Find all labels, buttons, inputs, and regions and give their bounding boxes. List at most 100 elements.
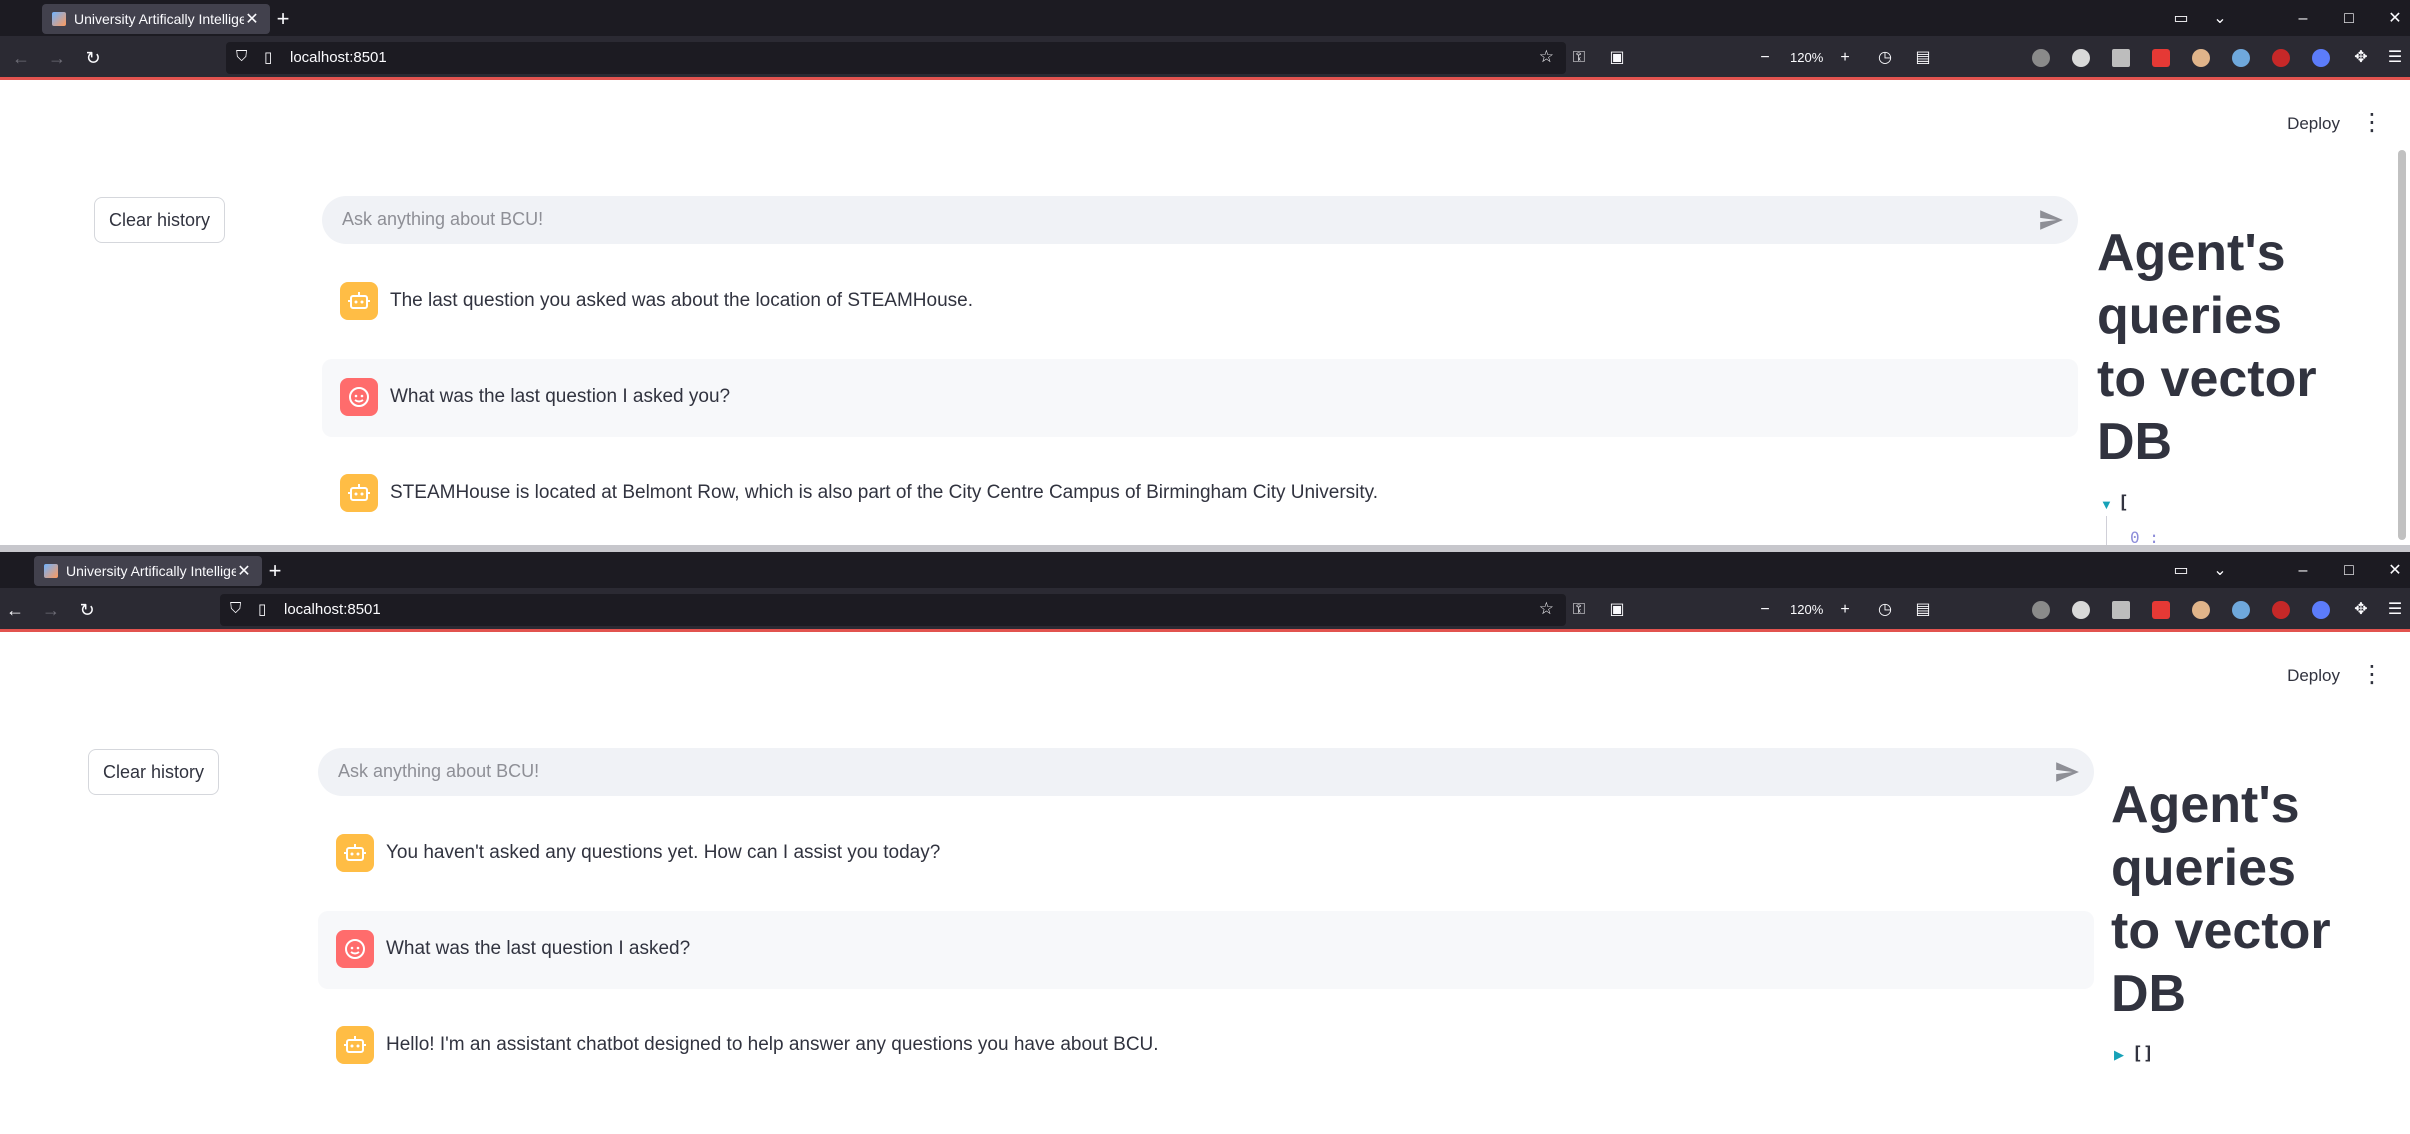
ublock-extension-icon[interactable]: [2272, 601, 2290, 619]
list-tabs-chevron-icon[interactable]: ⌄: [2207, 6, 2233, 32]
minimize-icon[interactable]: –: [2290, 6, 2316, 32]
url-text[interactable]: localhost:8501: [284, 601, 381, 618]
url-bar[interactable]: ⛉ ▯ localhost:8501 ☆: [220, 594, 1566, 626]
page-info-icon[interactable]: ▯: [264, 48, 272, 66]
zoom-out-icon[interactable]: −: [1752, 597, 1778, 623]
shield-icon[interactable]: ⛉: [236, 48, 247, 65]
extension-icon[interactable]: [2232, 601, 2250, 619]
history-icon[interactable]: ◷: [1872, 45, 1898, 71]
zoom-in-icon[interactable]: +: [1832, 597, 1858, 623]
title-line: Agent's: [2097, 224, 2286, 282]
tab-manager-icon[interactable]: ▭: [2168, 558, 2194, 584]
message-text: The last question you asked was about th…: [390, 290, 973, 311]
clear-history-button[interactable]: Clear history: [88, 749, 220, 795]
menu-icon[interactable]: ☰: [2382, 597, 2408, 623]
extension-icon[interactable]: [2112, 49, 2130, 67]
shield-icon[interactable]: ⛉: [230, 600, 241, 617]
title-line: Agent's: [2111, 776, 2300, 834]
zoom-level[interactable]: 120%: [1790, 50, 1823, 65]
youtube-extension-icon[interactable]: [2152, 601, 2170, 619]
bookmark-star-icon[interactable]: ☆: [1539, 47, 1554, 67]
send-icon[interactable]: [2038, 207, 2064, 233]
forward-icon[interactable]: →: [44, 45, 70, 71]
minimize-icon[interactable]: –: [2290, 558, 2316, 584]
bookmark-star-icon[interactable]: ☆: [1539, 599, 1554, 619]
maximize-icon[interactable]: □: [2336, 6, 2362, 32]
main-menu-icon[interactable]: ⋮: [2360, 108, 2384, 137]
title-line: to vector: [2111, 902, 2331, 960]
key-icon[interactable]: ⚿: [1566, 597, 1592, 623]
reload-icon[interactable]: ↻: [80, 45, 106, 71]
youtube-extension-icon[interactable]: [2152, 49, 2170, 67]
json-empty-array: []: [2132, 1043, 2154, 1064]
scrollbar[interactable]: [2398, 150, 2406, 540]
chat-message-assistant: The last question you asked was about th…: [322, 263, 2078, 341]
zoom-level[interactable]: 120%: [1790, 602, 1823, 617]
extension-icon[interactable]: [2072, 601, 2090, 619]
deploy-button[interactable]: Deploy: [2287, 666, 2340, 686]
extension-icon[interactable]: [2032, 601, 2050, 619]
chat-message-user: What was the last question I asked you?: [322, 359, 2078, 437]
tab-title: University Artifically Intelligent: [74, 11, 244, 27]
close-tab-icon[interactable]: ✕: [244, 9, 260, 29]
tab-manager-icon[interactable]: ▭: [2168, 6, 2194, 32]
new-tab-icon[interactable]: +: [270, 6, 296, 32]
extension-icon[interactable]: [2072, 49, 2090, 67]
message-text: What was the last question I asked?: [386, 938, 691, 959]
menu-icon[interactable]: ☰: [2382, 45, 2408, 71]
bot-avatar-icon: [340, 282, 378, 320]
maximize-icon[interactable]: □: [2336, 558, 2362, 584]
reader-icon[interactable]: ▤: [1910, 597, 1936, 623]
url-text[interactable]: localhost:8501: [290, 49, 387, 66]
extension-icon[interactable]: [2312, 601, 2330, 619]
extension-icon[interactable]: [2192, 49, 2210, 67]
extension-icon[interactable]: [2312, 49, 2330, 67]
json-collapse-caret-icon[interactable]: ▼: [2100, 497, 2113, 512]
deploy-button[interactable]: Deploy: [2287, 114, 2340, 134]
extension-icon[interactable]: [2192, 601, 2210, 619]
zoom-in-icon[interactable]: +: [1832, 45, 1858, 71]
page-info-icon[interactable]: ▯: [258, 600, 266, 618]
json-expand-caret-icon[interactable]: ▶: [2114, 1047, 2124, 1063]
agent-queries-title: Agent's queries to vector DB: [2111, 774, 2331, 1026]
extensions-puzzle-icon[interactable]: ✥: [2348, 45, 2374, 71]
sidebar-icon[interactable]: ▣: [1604, 45, 1630, 71]
extension-icon[interactable]: [2112, 601, 2130, 619]
sidebar-icon[interactable]: ▣: [1604, 597, 1630, 623]
close-window-icon[interactable]: ✕: [2382, 558, 2408, 584]
history-icon[interactable]: ◷: [1872, 597, 1898, 623]
bot-avatar-icon: [336, 1026, 374, 1064]
extension-icon[interactable]: [2032, 49, 2050, 67]
close-window-icon[interactable]: ✕: [2382, 6, 2408, 32]
chat-message-assistant: You haven't asked any questions yet. How…: [318, 815, 2094, 893]
message-text: What was the last question I asked you?: [390, 386, 731, 407]
close-tab-icon[interactable]: ✕: [236, 561, 252, 581]
title-line: to vector: [2097, 350, 2317, 408]
reload-icon[interactable]: ↻: [74, 597, 100, 623]
tab-strip: University Artifically Intelligent ✕ + ▭…: [0, 552, 2410, 588]
reader-icon[interactable]: ▤: [1910, 45, 1936, 71]
new-tab-icon[interactable]: +: [262, 558, 288, 584]
zoom-out-icon[interactable]: −: [1752, 45, 1778, 71]
send-icon[interactable]: [2054, 759, 2080, 785]
list-tabs-chevron-icon[interactable]: ⌄: [2207, 558, 2233, 584]
bot-avatar-icon: [336, 834, 374, 872]
nav-bar: ← → ↻ ⛉ ▯ localhost:8501 ☆ ⚿ ▣ − 120% + …: [0, 588, 2410, 632]
key-icon[interactable]: ⚿: [1566, 45, 1592, 71]
title-line: queries: [2097, 287, 2282, 345]
user-avatar-icon: [340, 378, 378, 416]
chat-input[interactable]: Ask anything about BCU!: [318, 748, 2094, 796]
back-icon[interactable]: ←: [2, 597, 28, 623]
forward-icon[interactable]: →: [38, 597, 64, 623]
url-bar[interactable]: ⛉ ▯ localhost:8501 ☆: [226, 42, 1566, 74]
browser-tab[interactable]: University Artifically Intelligent ✕: [42, 4, 270, 34]
main-menu-icon[interactable]: ⋮: [2360, 660, 2384, 689]
browser-tab[interactable]: University Artifically Intelligent ✕: [34, 556, 262, 586]
window-divider: [0, 545, 2410, 552]
chat-input[interactable]: Ask anything about BCU!: [322, 196, 2078, 244]
extension-icon[interactable]: [2232, 49, 2250, 67]
extensions-puzzle-icon[interactable]: ✥: [2348, 597, 2374, 623]
clear-history-button[interactable]: Clear history: [94, 197, 226, 243]
back-icon[interactable]: ←: [8, 45, 34, 71]
ublock-extension-icon[interactable]: [2272, 49, 2290, 67]
